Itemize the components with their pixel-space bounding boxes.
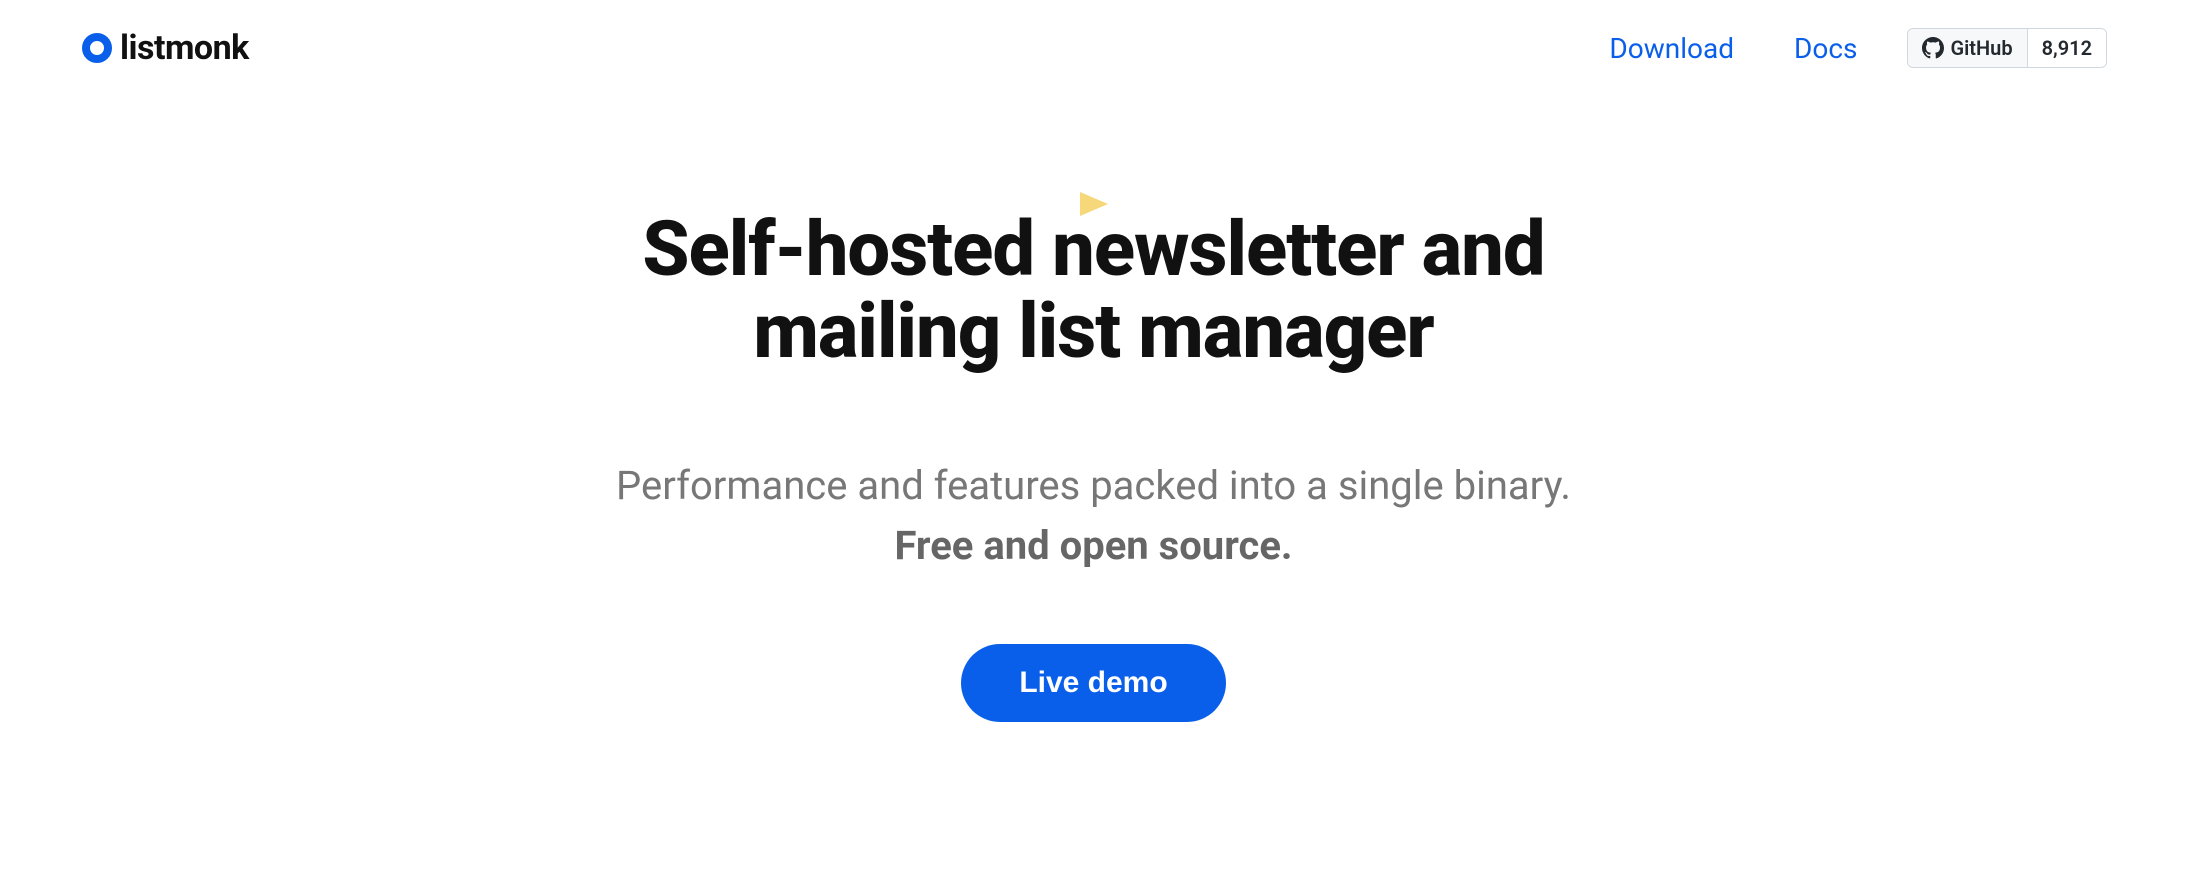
hero-headline: Self-hosted newsletter and mailing list … — [0, 208, 2187, 372]
github-label-text: GitHub — [1950, 36, 2012, 60]
header: listmonk Download Docs GitHub 8,912 — [0, 0, 2187, 68]
github-star-count: 8,912 — [2028, 29, 2106, 67]
hero: Self-hosted newsletter and mailing list … — [0, 208, 2187, 722]
github-badge[interactable]: GitHub 8,912 — [1907, 28, 2107, 68]
confetti-icon — [1074, 184, 1114, 228]
logo-text: listmonk — [120, 28, 249, 68]
nav: Download Docs GitHub 8,912 — [1609, 28, 2107, 68]
hero-subline-strong: Free and open source. — [0, 518, 2187, 574]
logo[interactable]: listmonk — [82, 28, 249, 68]
nav-link-docs[interactable]: Docs — [1794, 32, 1857, 65]
nav-link-download[interactable]: Download — [1609, 32, 1734, 65]
hero-subline: Performance and features packed into a s… — [0, 458, 2187, 574]
hero-cta: Live demo — [0, 644, 2187, 722]
live-demo-button[interactable]: Live demo — [961, 644, 1225, 722]
hero-headline-line2: mailing list manager — [753, 286, 1433, 376]
logo-ring-icon — [82, 33, 112, 63]
github-label: GitHub — [1908, 29, 2027, 67]
github-icon — [1922, 37, 1944, 59]
hero-subline-text: Performance and features packed into a s… — [616, 462, 1571, 509]
